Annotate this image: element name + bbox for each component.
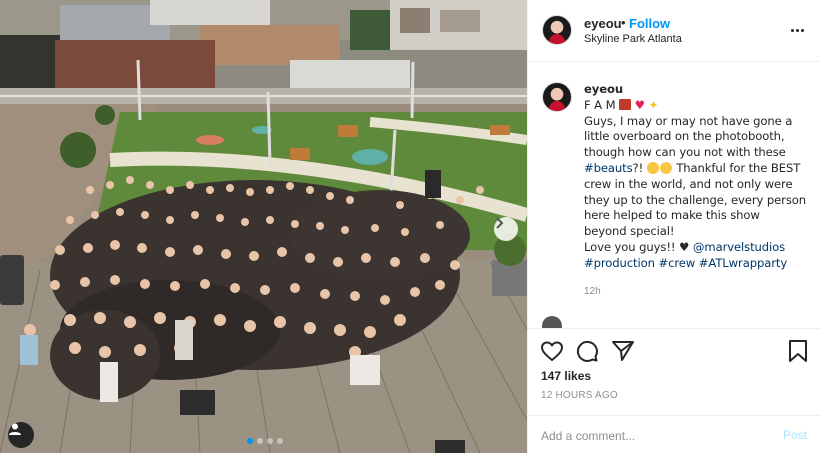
caption-username[interactable]: eyeou [584,82,809,98]
caption-line: though how can you not with these [584,145,786,160]
hashtag-link[interactable]: #beauts [584,161,633,175]
follow-button[interactable]: Follow [629,16,670,31]
carousel-dot [277,438,283,444]
post-sidebar: eyeou • Follow Skyline Park Atlanta eyeo… [527,0,820,453]
post-header: eyeou • Follow Skyline Park Atlanta [528,0,820,62]
hashtag-link[interactable]: #production [584,256,655,270]
next-comment-partial [542,316,812,328]
header-separator: • [621,15,626,30]
avatar[interactable] [542,15,572,45]
caption-avatar[interactable] [542,82,572,112]
comments-area[interactable]: eyeou F A M ♥ ✦ Guys, I may or may not h… [528,62,820,328]
heart-icon[interactable] [540,339,564,363]
user-tag-icon [9,423,21,435]
smiling-face-emoji-icon [659,161,672,174]
likes-count[interactable]: 147 likes [541,369,591,383]
house-emoji-icon [619,98,632,110]
carousel-dot [257,438,263,444]
chevron-right-icon [496,217,504,229]
comment-input[interactable] [541,426,761,446]
carousel-next-button[interactable] [494,217,518,241]
user-tag-button[interactable] [8,422,34,448]
hashtag-link[interactable]: #crew [658,256,695,270]
caption-timestamp: 12h [584,286,601,297]
more-options-icon[interactable] [791,22,807,38]
comment-composer: Post [528,415,820,453]
caption-title-text: F A M [584,97,616,112]
caption-hashtags: #production #crew #ATLwrapparty [584,256,809,272]
caption-text: Thankful for the BEST [672,160,801,175]
header-username[interactable]: eyeou [584,16,622,31]
caption-line: little overboard on the photobooth, [584,129,785,144]
caption-line: they up to the challenge, every person [584,192,806,207]
commenter-avatar [542,316,562,328]
caption-line: here helped to make this show [584,208,760,223]
caption-title-line: F A M ♥ ✦ [584,98,809,114]
caption-text: Love you guys!! ♥ [584,239,693,254]
post-caption: eyeou F A M ♥ ✦ Guys, I may or may not h… [584,82,809,272]
heart-eyes-emoji-icon [646,161,659,174]
bookmark-icon[interactable] [786,339,810,363]
comment-icon[interactable] [575,339,599,363]
sparkles-emoji-icon: ✦ [648,97,659,112]
location-link[interactable]: Skyline Park Atlanta [584,33,682,45]
post-timestamp[interactable]: 12 HOURS AGO [541,390,618,401]
post-actions: 147 likes 12 HOURS AGO Post [528,328,820,453]
post-photo[interactable] [0,0,527,453]
carousel-dot-active [247,438,253,444]
caption-line: beyond special! [584,224,675,239]
rooftop-group-photo [0,0,527,453]
caption-text: ?! [632,160,647,175]
carousel-dot [267,438,273,444]
hashtag-link[interactable]: #ATLwrapparty [699,256,787,270]
caption-line: crew in the world, and not only were [584,176,793,191]
caption-line: #beauts?! Thankful for the BEST [584,161,809,177]
heart-emoji-icon: ♥ [634,97,645,112]
mention-link[interactable]: @marvelstudios [693,240,785,254]
paper-plane-icon[interactable] [611,339,635,363]
carousel-indicator [247,438,283,444]
caption-line: Love you guys!! ♥ @marvelstudios [584,240,809,256]
caption-line: Guys, I may or may not have gone a [584,113,793,128]
post-comment-button[interactable]: Post [783,428,807,442]
